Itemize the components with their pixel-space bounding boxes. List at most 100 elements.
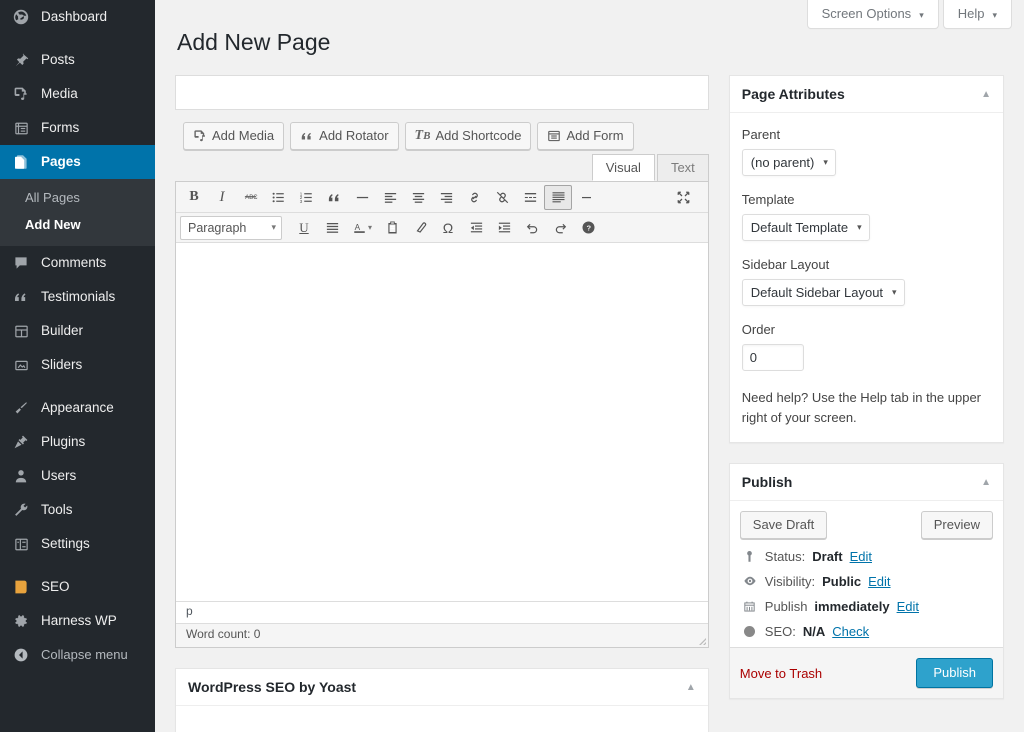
add-media-button[interactable]: Add Media [183, 122, 285, 150]
insert-link-icon[interactable] [460, 185, 488, 210]
template-select[interactable]: Default Template ▾ [741, 214, 870, 241]
sidebar-item-label: Dashboard [41, 9, 108, 24]
unlink-icon[interactable] [488, 185, 516, 210]
sidebar-item-dashboard[interactable]: Dashboard [0, 0, 155, 34]
status-edit-link[interactable]: Edit [850, 549, 872, 564]
horizontal-rule-icon[interactable] [348, 185, 376, 210]
sidebar-item-all-pages[interactable]: All Pages [0, 184, 155, 211]
horizontal-rule-secondary-icon[interactable] [572, 185, 600, 210]
clear-formatting-icon[interactable] [406, 215, 434, 240]
publish-button[interactable]: Publish [916, 658, 993, 689]
chevron-up-icon[interactable]: ▲ [981, 477, 991, 488]
status-prefix: Status: [764, 548, 806, 564]
sidebar-postbox-container: Page Attributes ▲ Parent (no parent) ▾ T… [728, 75, 1004, 732]
insert-read-more-icon[interactable] [516, 185, 544, 210]
sidebar-item-plugins[interactable]: Plugins [0, 425, 155, 459]
sidebar-item-sliders[interactable]: Sliders [0, 348, 155, 382]
sidebar-item-label: Builder [41, 323, 84, 338]
editor-tools: Visual Text [175, 154, 709, 181]
keyboard-shortcuts-icon[interactable]: ? [574, 215, 602, 240]
collapse-menu-button[interactable]: Collapse menu [0, 638, 155, 672]
page-attributes-header[interactable]: Page Attributes ▲ [729, 76, 1003, 113]
align-right-icon[interactable] [432, 185, 460, 210]
sidebar-item-appearance[interactable]: Appearance [0, 391, 155, 425]
yoast-seo-header[interactable]: WordPress SEO by Yoast ▲ [176, 669, 708, 706]
undo-icon[interactable] [518, 215, 546, 240]
tab-visual[interactable]: Visual [591, 154, 655, 181]
sidebar-layout-select[interactable]: Default Sidebar Layout ▾ [741, 279, 905, 306]
add-rotator-button[interactable]: Add Rotator [290, 122, 399, 150]
seo-check-link[interactable]: Check [832, 624, 869, 639]
text-shortcode-icon: TB [414, 128, 431, 143]
sidebar-item-add-new[interactable]: Add New [0, 211, 155, 238]
chevron-down-icon: ▾ [271, 222, 276, 232]
publish-prefix: Publish [764, 598, 808, 614]
redo-icon[interactable] [546, 215, 574, 240]
sidebar-item-builder[interactable]: Builder [0, 314, 155, 348]
parent-label: Parent [741, 127, 781, 142]
screen-options-button[interactable]: Screen Options ▾ [806, 0, 939, 29]
toolbar-toggle-icon[interactable] [544, 184, 572, 210]
visibility-edit-link[interactable]: Edit [868, 574, 890, 589]
ordered-list-icon[interactable]: 123 [292, 185, 320, 210]
move-to-trash-link[interactable]: Move to Trash [740, 666, 822, 681]
status-row: Status: Draft Edit [740, 539, 993, 564]
text-color-icon[interactable]: A ▾ [346, 215, 378, 240]
blockquote-icon[interactable] [320, 185, 348, 210]
sidebar-item-users[interactable]: Users [0, 459, 155, 493]
sidebar-item-settings[interactable]: Settings [0, 527, 155, 561]
seo-row: SEO: N/A Check [740, 614, 993, 639]
add-form-label: Add Form [566, 128, 624, 143]
sidebar-separator [0, 561, 155, 570]
paste-as-text-icon[interactable] [378, 215, 406, 240]
italic-icon[interactable]: I [208, 185, 236, 210]
save-draft-button[interactable]: Save Draft [739, 511, 828, 540]
bold-icon[interactable]: B [180, 185, 208, 210]
publish-edit-link[interactable]: Edit [897, 599, 919, 614]
publish-header[interactable]: Publish ▲ [729, 464, 1003, 502]
tab-text[interactable]: Text [656, 154, 709, 181]
strikethrough-icon[interactable]: ABC [236, 185, 264, 210]
pages-submenu: All Pages Add New [0, 179, 155, 246]
add-shortcode-button[interactable]: TB Add Shortcode [404, 122, 532, 150]
sidebar-item-label: Pages [41, 154, 81, 169]
align-left-icon[interactable] [376, 185, 404, 210]
yoast-seo-title: WordPress SEO by Yoast [188, 679, 357, 695]
sidebar-item-posts[interactable]: Posts [0, 43, 155, 77]
page-attributes-title: Page Attributes [741, 86, 845, 102]
parent-select[interactable]: (no parent) ▾ [741, 149, 836, 176]
post-title-input[interactable] [175, 75, 709, 110]
sidebar-item-comments[interactable]: Comments [0, 246, 155, 280]
paragraph-format-select[interactable]: Paragraph ▾ [180, 215, 282, 240]
user-icon [11, 466, 31, 486]
publish-date-row: Publish immediately Edit [740, 589, 993, 614]
special-character-icon[interactable]: Ω [434, 215, 462, 240]
sidebar-item-tools[interactable]: Tools [0, 493, 155, 527]
align-center-icon[interactable] [404, 185, 432, 210]
resize-handle[interactable] [695, 634, 707, 646]
chevron-up-icon[interactable]: ▲ [981, 89, 991, 100]
yoast-icon [11, 577, 31, 597]
sidebar-item-pages[interactable]: Pages [0, 145, 155, 179]
quote-icon [300, 129, 314, 143]
indent-icon[interactable] [490, 215, 518, 240]
brush-icon [11, 398, 31, 418]
chevron-down-icon: ▾ [992, 10, 997, 20]
outdent-icon[interactable] [462, 215, 490, 240]
sidebar-item-forms[interactable]: Forms [0, 111, 155, 145]
sidebar-item-harness-wp[interactable]: Harness WP [0, 604, 155, 638]
sidebar-item-media[interactable]: Media [0, 77, 155, 111]
justify-icon[interactable] [318, 215, 346, 240]
chevron-up-icon[interactable]: ▲ [686, 682, 696, 693]
preview-button[interactable]: Preview [920, 511, 993, 540]
order-input[interactable] [741, 344, 804, 371]
sidebar-item-seo[interactable]: SEO [0, 570, 155, 604]
editor-canvas[interactable] [176, 243, 708, 601]
pin-icon [11, 50, 31, 70]
help-button[interactable]: Help ▾ [942, 0, 1012, 29]
sidebar-item-testimonials[interactable]: Testimonials [0, 280, 155, 314]
add-form-button[interactable]: Add Form [537, 122, 634, 150]
unordered-list-icon[interactable] [264, 185, 292, 210]
underline-icon[interactable]: U [290, 215, 318, 240]
distraction-free-icon[interactable] [670, 185, 698, 210]
